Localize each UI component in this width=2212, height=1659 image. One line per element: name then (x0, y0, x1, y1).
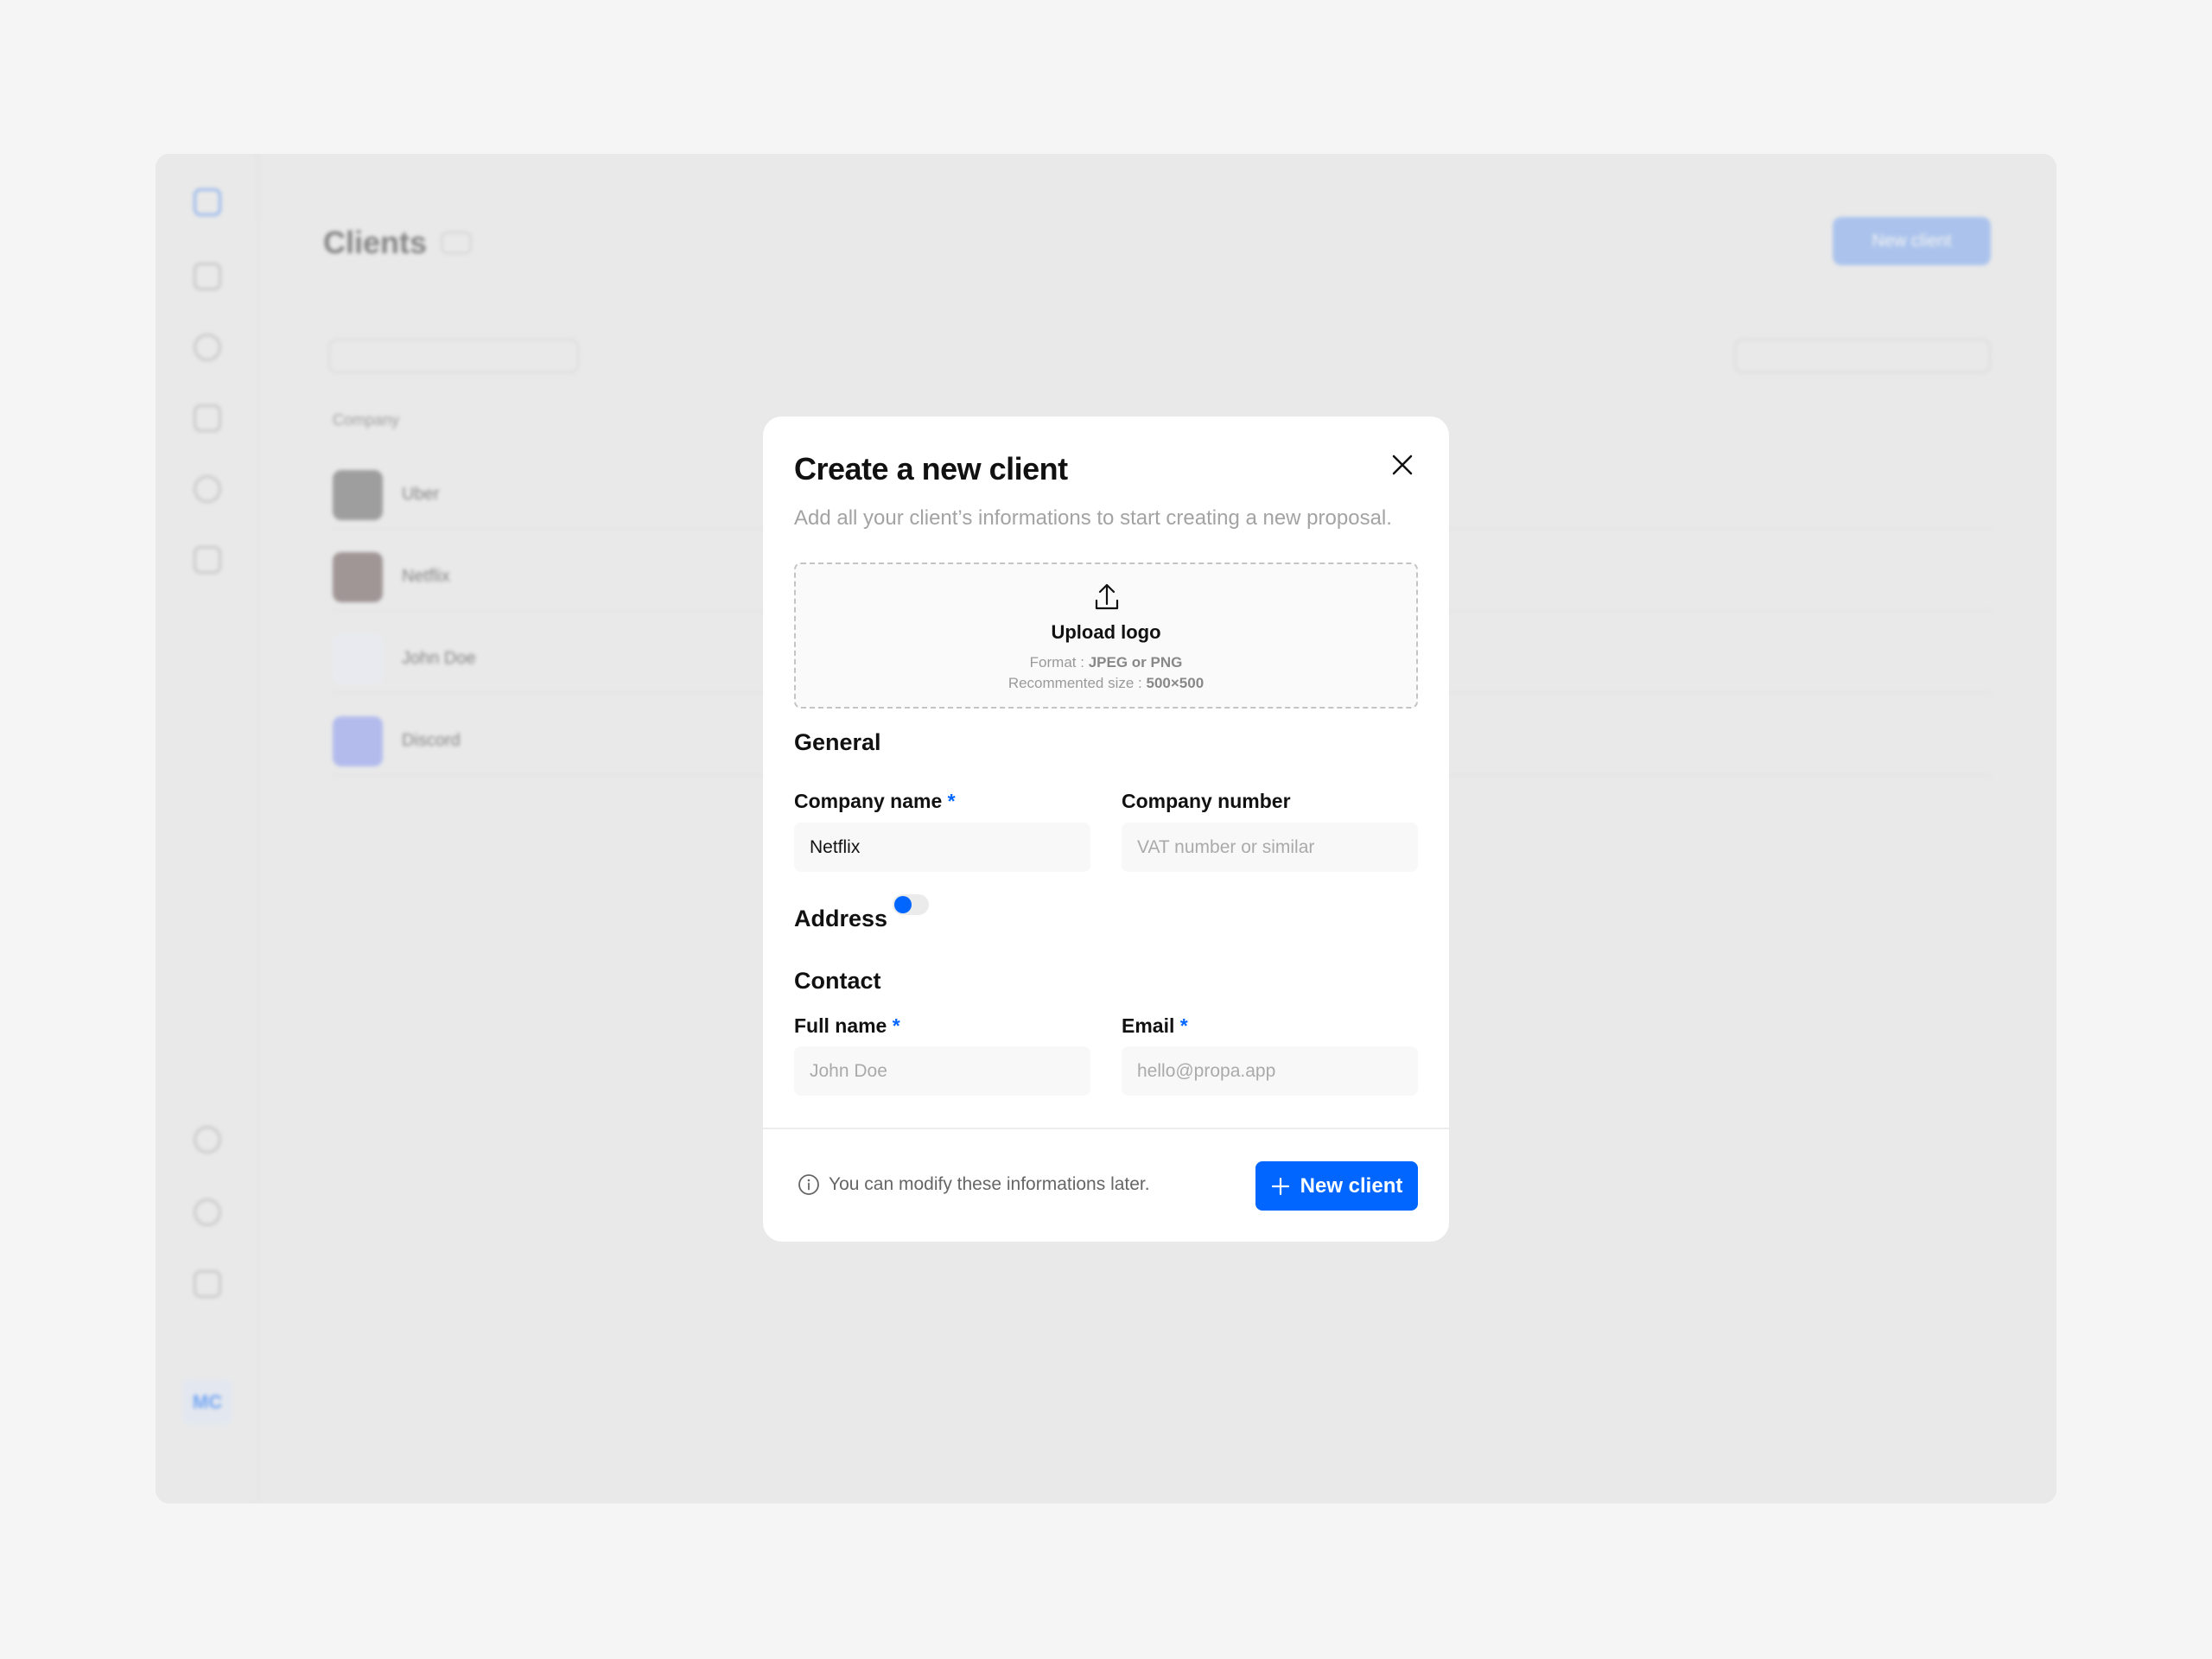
row-name: John Doe (402, 649, 476, 668)
footer-divider (763, 1128, 1449, 1129)
document-icon[interactable] (194, 404, 221, 432)
full-name-input[interactable] (794, 1046, 1090, 1096)
close-button[interactable] (1387, 449, 1418, 480)
filter-select[interactable] (328, 339, 579, 373)
section-general: General (794, 729, 881, 755)
format-value: JPEG or PNG (1088, 654, 1183, 671)
footer-info-text: You can modify these informations later. (829, 1174, 1150, 1194)
new-client-button-label: New client (1300, 1173, 1403, 1198)
company-name-label: Company name * (794, 790, 956, 812)
upload-icon (1095, 583, 1119, 610)
company-name-input[interactable] (794, 823, 1090, 872)
user-icon[interactable] (194, 475, 221, 503)
bell-icon[interactable] (194, 334, 221, 361)
logo-icon (194, 188, 221, 216)
box-icon[interactable] (194, 546, 221, 574)
upload-logo-label: Upload logo (1051, 621, 1161, 643)
section-address: Address (794, 906, 888, 931)
section-contact: Contact (794, 968, 881, 994)
format-prefix: Format : (1029, 654, 1089, 671)
help-icon[interactable] (194, 1198, 221, 1226)
close-icon (1392, 454, 1413, 475)
table-header-company: Company (333, 411, 400, 429)
plus-icon (1271, 1177, 1289, 1195)
full-name-label: Full name * (794, 1014, 900, 1037)
create-client-modal: Create a new client Add all your client’… (763, 416, 1449, 1242)
email-label: Email * (1122, 1014, 1188, 1037)
row-name: Netflix (402, 567, 450, 586)
row-name: Discord (402, 731, 461, 750)
search-input[interactable] (1734, 339, 1991, 373)
email-input[interactable] (1122, 1046, 1418, 1096)
count-badge (441, 232, 472, 254)
sidebar: MC (156, 154, 259, 1503)
avatar (333, 716, 383, 766)
size-value: 500×500 (1146, 675, 1205, 691)
avatar (333, 634, 383, 684)
logout-icon[interactable] (194, 1270, 221, 1298)
new-client-button-bg[interactable]: New client (1833, 217, 1991, 265)
company-number-label: Company number (1122, 790, 1291, 812)
upload-hints: Format : JPEG or PNG Recommented size : … (796, 652, 1416, 694)
info-icon (798, 1174, 819, 1195)
chart-icon[interactable] (194, 263, 221, 290)
modal-subtitle: Add all your client’s informations to st… (794, 506, 1392, 530)
new-client-button[interactable]: New client (1255, 1161, 1418, 1211)
row-name: Uber (402, 485, 440, 504)
page-title: Clients (323, 225, 428, 260)
upload-logo-dropzone[interactable]: Upload logo Format : JPEG or PNG Recomme… (794, 563, 1418, 709)
size-prefix: Recommented size : (1007, 675, 1147, 691)
address-toggle[interactable] (893, 894, 929, 915)
avatar (333, 470, 383, 520)
company-number-input[interactable] (1122, 823, 1418, 872)
toggle-knob (894, 896, 912, 913)
avatar (333, 552, 383, 602)
footer-info: You can modify these informations later. (798, 1173, 1150, 1196)
avatar[interactable]: MC (181, 1379, 233, 1426)
modal-title: Create a new client (794, 451, 1068, 486)
settings-icon[interactable] (194, 1126, 221, 1154)
